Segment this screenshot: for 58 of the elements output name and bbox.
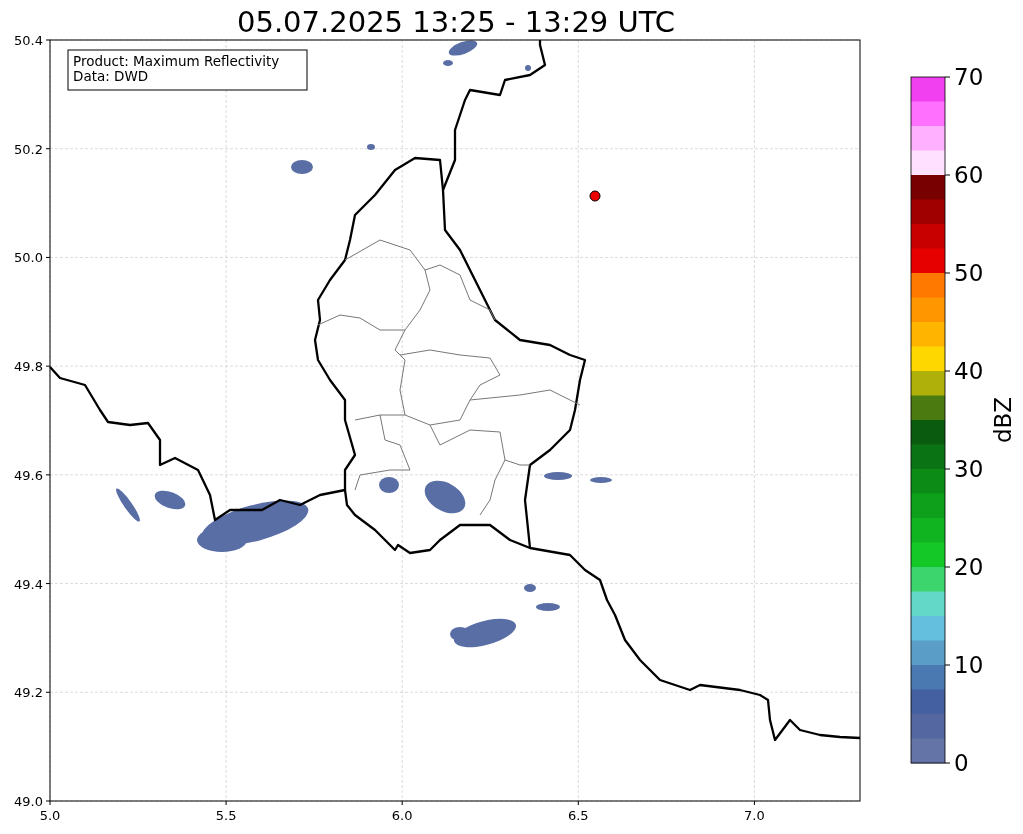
colorbar-label: dBZ — [990, 396, 1016, 444]
tick-mark — [944, 468, 951, 470]
radar-echo — [443, 60, 453, 66]
colorbar-tick-label: 50 — [954, 260, 984, 286]
colorbar-tick-label: 70 — [954, 64, 984, 90]
colorbar-tick-label: 60 — [954, 162, 984, 188]
radar-echo — [291, 160, 313, 174]
x-tick-label: 6.5 — [567, 808, 589, 823]
radar-echo — [424, 480, 466, 514]
tick-mark — [944, 76, 951, 78]
x-tick-label: 6.0 — [391, 808, 413, 823]
y-tick-label: 49.6 — [14, 467, 43, 483]
tick-mark — [45, 148, 51, 150]
tick-mark — [944, 370, 951, 372]
tick-mark — [225, 800, 227, 806]
x-tick-label: 5.0 — [39, 808, 61, 823]
x-tick-label: 7.0 — [744, 808, 765, 823]
colorbar-tick-label: 0 — [954, 750, 969, 776]
radar-echo — [525, 65, 531, 71]
y-tick-label: 49.2 — [14, 685, 43, 701]
y-tick-label: 50.0 — [14, 250, 43, 266]
x-tick-label: 5.5 — [215, 808, 237, 823]
info-text: Product: Maximum Reflectivity — [73, 53, 280, 69]
radar-echo — [154, 490, 186, 510]
radar-echo — [590, 477, 612, 483]
tick-mark — [401, 800, 403, 806]
tick-mark — [45, 691, 51, 693]
tick-mark — [45, 39, 51, 41]
radar-echo — [448, 40, 478, 56]
tick-mark — [944, 762, 951, 764]
colorbar-tick-label: 10 — [954, 652, 984, 678]
y-tick-label: 50.4 — [14, 33, 43, 48]
tick-mark — [45, 365, 51, 367]
y-tick-label: 49.0 — [14, 794, 43, 809]
location-marker — [589, 190, 601, 202]
y-tick-label: 50.2 — [14, 141, 43, 157]
colorbar-tick-label: 40 — [954, 358, 984, 384]
tick-mark — [944, 174, 951, 176]
tick-mark — [944, 566, 951, 568]
radar-echo — [524, 584, 536, 592]
y-tick-label: 49.8 — [14, 359, 43, 375]
tick-mark — [753, 800, 755, 806]
info-text: Data: DWD — [73, 68, 149, 84]
radar-echo — [367, 144, 375, 150]
radar-echo — [544, 472, 572, 480]
tick-mark — [45, 256, 51, 258]
radar-echo — [536, 603, 560, 611]
y-tick-label: 49.4 — [14, 576, 43, 592]
tick-mark — [577, 800, 579, 806]
colorbar-tick-label: 30 — [954, 456, 984, 482]
tick-mark — [45, 583, 51, 585]
tick-mark — [45, 474, 51, 476]
chart-title: 05.07.2025 13:25 - 13:29 UTC — [237, 5, 675, 39]
radar-echo — [116, 488, 140, 522]
tick-mark — [944, 664, 951, 666]
colorbar-tick-label: 20 — [954, 554, 984, 580]
radar-echo — [379, 477, 399, 493]
tick-mark — [944, 272, 951, 274]
